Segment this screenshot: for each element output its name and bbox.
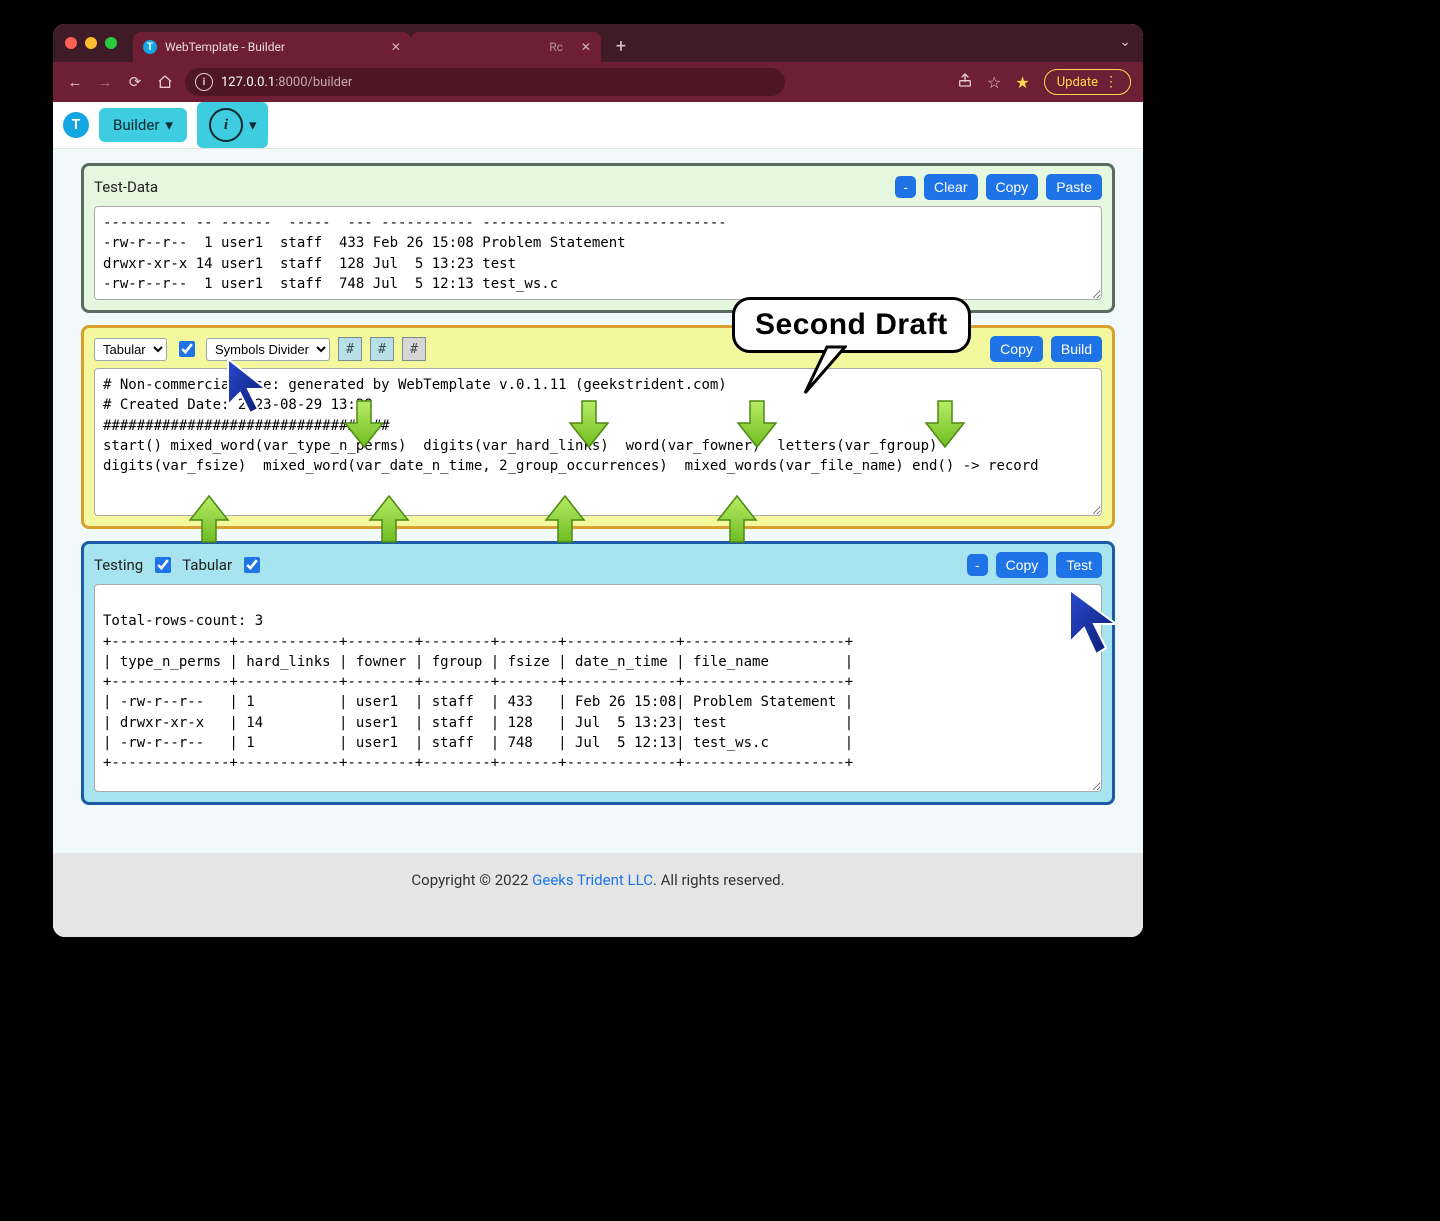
- builder-dropdown[interactable]: Builder ▾: [99, 108, 187, 142]
- app-logo-icon: T: [63, 112, 89, 138]
- update-button[interactable]: Update ⋮: [1044, 69, 1131, 95]
- bookmark-outline-icon[interactable]: ☆: [987, 73, 1001, 92]
- tab-close-icon[interactable]: ✕: [391, 40, 401, 54]
- copy-button[interactable]: Copy: [990, 336, 1043, 362]
- reload-icon[interactable]: ⟳: [125, 72, 145, 92]
- info-dropdown[interactable]: i ▾: [197, 102, 269, 148]
- test-button[interactable]: Test: [1056, 552, 1102, 578]
- tabular-label: Tabular: [182, 556, 232, 574]
- panel-builder: Tabular Symbols Divider # # # Copy Build: [81, 325, 1115, 529]
- tab-title: WebTemplate - Builder: [165, 40, 285, 54]
- panel-testing-header: Testing Tabular - Copy Test: [94, 552, 1102, 578]
- window-close-dot[interactable]: [65, 37, 77, 49]
- site-info-icon[interactable]: i: [195, 73, 213, 91]
- browser-window: T WebTemplate - Builder ✕ Rc ✕ + ⌄ ← → ⟳…: [53, 24, 1143, 937]
- builder-label: Builder: [113, 116, 159, 134]
- testing-output[interactable]: [94, 584, 1102, 792]
- tabs-overflow-icon[interactable]: ⌄: [1119, 34, 1131, 50]
- clear-button[interactable]: Clear: [924, 174, 977, 200]
- tab-close-icon[interactable]: ✕: [581, 40, 591, 54]
- panel-testdata-header: Test-Data - Clear Copy Paste: [94, 174, 1102, 200]
- paste-button[interactable]: Paste: [1046, 174, 1102, 200]
- footer-post: . All rights reserved.: [653, 871, 785, 889]
- footer-link[interactable]: Geeks Trident LLC: [532, 871, 653, 889]
- bookmark-filled-icon[interactable]: ★: [1015, 73, 1029, 92]
- panel-title: Test-Data: [94, 178, 158, 196]
- url-host: 127.0.0.1: [221, 75, 275, 90]
- copy-button[interactable]: Copy: [986, 174, 1039, 200]
- browser-tab-inactive[interactable]: Rc ✕: [411, 32, 601, 62]
- browser-tabbar: T WebTemplate - Builder ✕ Rc ✕ + ⌄: [53, 24, 1143, 62]
- panel-testing: Testing Tabular - Copy Test: [81, 541, 1115, 805]
- panel-testdata: Test-Data - Clear Copy Paste: [81, 163, 1115, 313]
- testing-checkbox[interactable]: [155, 557, 171, 573]
- favicon-icon: T: [143, 40, 157, 54]
- copy-button[interactable]: Copy: [996, 552, 1049, 578]
- window-traffic-lights: [65, 37, 117, 49]
- back-icon[interactable]: ←: [65, 72, 85, 92]
- url-box[interactable]: i 127.0.0.1:8000/builder: [185, 68, 785, 96]
- tabular-checkbox[interactable]: [244, 557, 260, 573]
- minus-button[interactable]: -: [895, 176, 916, 198]
- info-icon: i: [209, 108, 243, 142]
- page-footer: Copyright © 2022 Geeks Trident LLC. All …: [53, 853, 1143, 937]
- share-icon[interactable]: [957, 72, 973, 92]
- caret-down-icon: ▾: [165, 116, 173, 134]
- update-label: Update: [1057, 75, 1098, 90]
- hash-button-2[interactable]: #: [370, 337, 394, 361]
- forward-icon[interactable]: →: [95, 72, 115, 92]
- mode-checkbox[interactable]: [179, 341, 195, 357]
- divider-select[interactable]: Symbols Divider: [206, 338, 330, 361]
- hash-button-1[interactable]: #: [338, 337, 362, 361]
- new-tab-button[interactable]: +: [609, 34, 633, 58]
- testing-label: Testing: [94, 556, 143, 574]
- caret-down-icon: ▾: [249, 116, 257, 134]
- home-icon[interactable]: [155, 72, 175, 92]
- panel-builder-header: Tabular Symbols Divider # # # Copy Build: [94, 336, 1102, 362]
- kebab-icon: ⋮: [1104, 74, 1118, 90]
- browser-tab-active[interactable]: T WebTemplate - Builder ✕: [133, 32, 411, 62]
- minus-button[interactable]: -: [967, 554, 988, 576]
- mode-select[interactable]: Tabular: [94, 338, 167, 361]
- app-toolbar: T Builder ▾ i ▾: [53, 102, 1143, 149]
- page-body: T Builder ▾ i ▾ Test-Data - Clear Copy P…: [53, 102, 1143, 937]
- url-path: :8000/builder: [275, 75, 352, 90]
- footer-pre: Copyright © 2022: [411, 871, 532, 889]
- build-button[interactable]: Build: [1051, 336, 1102, 362]
- testdata-editor[interactable]: [94, 206, 1102, 300]
- tab-title-fragment: Rc: [549, 40, 563, 54]
- main-content: Test-Data - Clear Copy Paste Tabular: [53, 149, 1143, 853]
- window-minimize-dot[interactable]: [85, 37, 97, 49]
- browser-addressbar: ← → ⟳ i 127.0.0.1:8000/builder ☆ ★ Updat…: [53, 62, 1143, 102]
- window-zoom-dot[interactable]: [105, 37, 117, 49]
- hash-button-3[interactable]: #: [402, 337, 426, 361]
- builder-editor[interactable]: [94, 368, 1102, 516]
